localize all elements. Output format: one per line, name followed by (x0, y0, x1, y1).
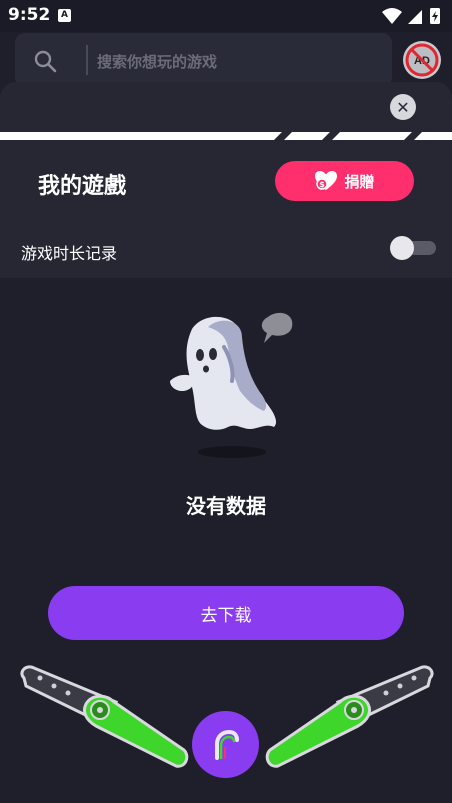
page-title: 我的遊戲 (38, 174, 127, 199)
pinball-logo-icon (214, 729, 239, 760)
status-icons (382, 8, 440, 24)
a-icon: A (58, 9, 71, 22)
close-button[interactable]: ✕ (390, 94, 416, 120)
my-games-header: 我的遊戲 $ 捐贈 游戏时长记录 (0, 140, 452, 278)
search-bar[interactable]: 搜索你想玩的游戏 (15, 33, 392, 87)
panel-top: ✕ (0, 82, 452, 140)
right-flipper-icon (265, 665, 434, 768)
ad-block-button[interactable]: AD (403, 41, 441, 79)
download-button-label: 去下载 (200, 605, 252, 626)
pinball-center-button[interactable] (192, 711, 259, 778)
donate-label: 捐贈 (344, 172, 375, 191)
donate-button[interactable]: $ 捐贈 (275, 161, 414, 201)
toggle-knob (390, 236, 414, 260)
close-icon: ✕ (396, 97, 410, 117)
download-button[interactable]: 去下载 (48, 586, 404, 640)
search-input[interactable]: 搜索你想玩的游戏 (97, 51, 217, 72)
stripe-divider (0, 132, 452, 140)
wifi-icon (382, 8, 402, 24)
my-games-panel: ✕ 我的遊戲 $ 捐贈 游戏时长记录 没有数据 去下载 (0, 82, 452, 803)
svg-text:$: $ (320, 180, 326, 189)
signal-icon (408, 10, 422, 24)
ad-block-icon: AD (405, 43, 439, 77)
left-flipper-icon (20, 665, 189, 768)
search-icon[interactable] (33, 49, 57, 73)
playtime-toggle[interactable] (390, 236, 436, 260)
ghost-icon (170, 312, 293, 458)
search-divider (86, 45, 88, 75)
playtime-label: 游戏时长记录 (21, 244, 118, 263)
empty-state-text: 没有数据 (186, 494, 266, 518)
status-time: 9:52 (8, 5, 51, 25)
heart-money-icon: $ (315, 171, 338, 190)
status-bar: 9:52 A (0, 0, 452, 32)
